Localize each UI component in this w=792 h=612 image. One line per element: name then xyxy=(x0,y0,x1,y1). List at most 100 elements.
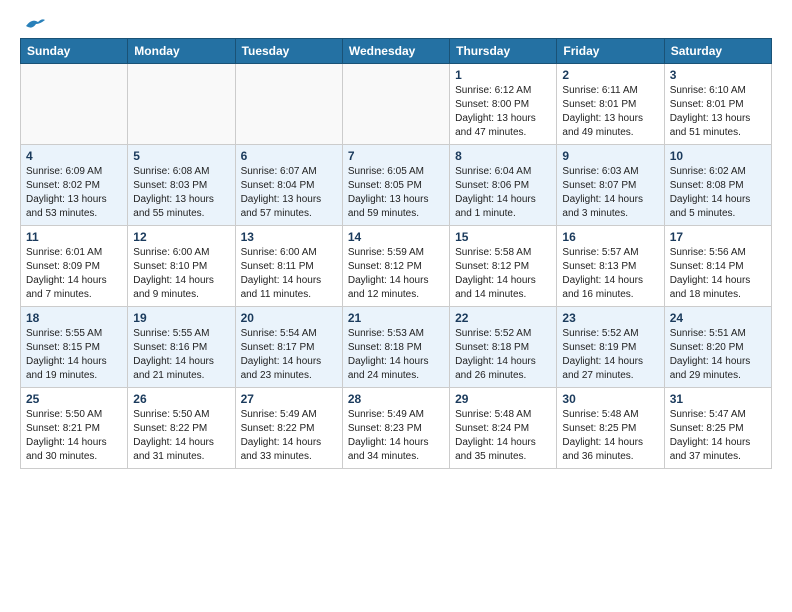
day-info: Sunrise: 6:00 AM Sunset: 8:11 PM Dayligh… xyxy=(241,246,337,302)
day-info: Sunrise: 5:57 AM Sunset: 8:13 PM Dayligh… xyxy=(562,246,658,302)
calendar-cell xyxy=(235,64,342,145)
calendar-cell: 31Sunrise: 5:47 AM Sunset: 8:25 PM Dayli… xyxy=(664,388,771,469)
day-number: 17 xyxy=(670,230,766,244)
day-info: Sunrise: 5:56 AM Sunset: 8:14 PM Dayligh… xyxy=(670,246,766,302)
page-header xyxy=(20,16,772,30)
day-number: 27 xyxy=(241,392,337,406)
calendar-cell: 8Sunrise: 6:04 AM Sunset: 8:06 PM Daylig… xyxy=(450,145,557,226)
day-info: Sunrise: 5:52 AM Sunset: 8:19 PM Dayligh… xyxy=(562,327,658,383)
day-info: Sunrise: 6:08 AM Sunset: 8:03 PM Dayligh… xyxy=(133,165,229,221)
calendar-cell xyxy=(128,64,235,145)
weekday-header-tuesday: Tuesday xyxy=(235,39,342,64)
calendar-cell: 3 Sunrise: 6:10 AM Sunset: 8:01 PM Daylig… xyxy=(664,64,771,145)
calendar-cell: 4 Sunrise: 6:09 AM Sunset: 8:02 PM Daylig… xyxy=(21,145,128,226)
day-info: Sunrise: 6:00 AM Sunset: 8:10 PM Dayligh… xyxy=(133,246,229,302)
day-number: 26 xyxy=(133,392,229,406)
day-number: 30 xyxy=(562,392,658,406)
calendar-header-row: SundayMondayTuesdayWednesdayThursdayFrid… xyxy=(21,39,772,64)
calendar-week-row: 25 Sunrise: 5:50 AM Sunset: 8:21 PM Dayli… xyxy=(21,388,772,469)
day-number: 14 xyxy=(348,230,444,244)
calendar-week-row: 1 Sunrise: 6:12 AM Sunset: 8:00 PM Daylig… xyxy=(21,64,772,145)
day-info: Sunrise: 5:52 AM Sunset: 8:18 PM Dayligh… xyxy=(455,327,551,383)
calendar-cell: 26 Sunrise: 5:50 AM Sunset: 8:22 PM Dayli… xyxy=(128,388,235,469)
day-number: 10 xyxy=(670,149,766,163)
calendar-cell: 29 Sunrise: 5:48 AM Sunset: 8:24 PM Dayli… xyxy=(450,388,557,469)
weekday-header-thursday: Thursday xyxy=(450,39,557,64)
day-info: Sunrise: 5:53 AM Sunset: 8:18 PM Dayligh… xyxy=(348,327,444,383)
day-number: 13 xyxy=(241,230,337,244)
calendar-cell: 12Sunrise: 6:00 AM Sunset: 8:10 PM Dayli… xyxy=(128,226,235,307)
day-number: 4 xyxy=(26,149,122,163)
calendar-cell: 10 Sunrise: 6:02 AM Sunset: 8:08 PM Dayli… xyxy=(664,145,771,226)
calendar-cell: 9Sunrise: 6:03 AM Sunset: 8:07 PM Daylig… xyxy=(557,145,664,226)
calendar-cell: 27Sunrise: 5:49 AM Sunset: 8:22 PM Dayli… xyxy=(235,388,342,469)
day-number: 1 xyxy=(455,68,551,82)
weekday-header-wednesday: Wednesday xyxy=(342,39,449,64)
day-info: Sunrise: 6:09 AM Sunset: 8:02 PM Dayligh… xyxy=(26,165,122,221)
day-number: 7 xyxy=(348,149,444,163)
day-number: 15 xyxy=(455,230,551,244)
calendar-cell: 28 Sunrise: 5:49 AM Sunset: 8:23 PM Dayli… xyxy=(342,388,449,469)
calendar-cell: 20Sunrise: 5:54 AM Sunset: 8:17 PM Dayli… xyxy=(235,307,342,388)
day-info: Sunrise: 5:55 AM Sunset: 8:16 PM Dayligh… xyxy=(133,327,229,383)
weekday-header-sunday: Sunday xyxy=(21,39,128,64)
day-number: 2 xyxy=(562,68,658,82)
day-info: Sunrise: 5:55 AM Sunset: 8:15 PM Dayligh… xyxy=(26,327,122,383)
logo-bird-icon xyxy=(24,16,46,34)
weekday-header-saturday: Saturday xyxy=(664,39,771,64)
calendar-week-row: 11 Sunrise: 6:01 AM Sunset: 8:09 PM Dayli… xyxy=(21,226,772,307)
day-info: Sunrise: 5:59 AM Sunset: 8:12 PM Dayligh… xyxy=(348,246,444,302)
calendar-cell: 21 Sunrise: 5:53 AM Sunset: 8:18 PM Dayli… xyxy=(342,307,449,388)
day-info: Sunrise: 6:11 AM Sunset: 8:01 PM Dayligh… xyxy=(562,84,658,140)
day-number: 29 xyxy=(455,392,551,406)
day-info: Sunrise: 5:58 AM Sunset: 8:12 PM Dayligh… xyxy=(455,246,551,302)
day-number: 18 xyxy=(26,311,122,325)
day-info: Sunrise: 5:48 AM Sunset: 8:24 PM Dayligh… xyxy=(455,408,551,464)
day-info: Sunrise: 5:49 AM Sunset: 8:23 PM Dayligh… xyxy=(348,408,444,464)
day-number: 3 xyxy=(670,68,766,82)
calendar-cell: 18 Sunrise: 5:55 AM Sunset: 8:15 PM Dayli… xyxy=(21,307,128,388)
day-info: Sunrise: 5:51 AM Sunset: 8:20 PM Dayligh… xyxy=(670,327,766,383)
day-number: 11 xyxy=(26,230,122,244)
calendar-cell: 6 Sunrise: 6:07 AM Sunset: 8:04 PM Daylig… xyxy=(235,145,342,226)
calendar-cell: 30 Sunrise: 5:48 AM Sunset: 8:25 PM Dayli… xyxy=(557,388,664,469)
day-info: Sunrise: 6:07 AM Sunset: 8:04 PM Dayligh… xyxy=(241,165,337,221)
calendar-cell xyxy=(342,64,449,145)
calendar-cell: 7Sunrise: 6:05 AM Sunset: 8:05 PM Daylig… xyxy=(342,145,449,226)
day-number: 8 xyxy=(455,149,551,163)
calendar-week-row: 4 Sunrise: 6:09 AM Sunset: 8:02 PM Daylig… xyxy=(21,145,772,226)
calendar-cell: 15 Sunrise: 5:58 AM Sunset: 8:12 PM Dayli… xyxy=(450,226,557,307)
day-number: 22 xyxy=(455,311,551,325)
day-number: 28 xyxy=(348,392,444,406)
calendar-cell: 23 Sunrise: 5:52 AM Sunset: 8:19 PM Dayli… xyxy=(557,307,664,388)
calendar-cell: 2 Sunrise: 6:11 AM Sunset: 8:01 PM Daylig… xyxy=(557,64,664,145)
day-info: Sunrise: 5:50 AM Sunset: 8:21 PM Dayligh… xyxy=(26,408,122,464)
weekday-header-friday: Friday xyxy=(557,39,664,64)
day-number: 9 xyxy=(562,149,658,163)
day-number: 25 xyxy=(26,392,122,406)
calendar-cell: 22 Sunrise: 5:52 AM Sunset: 8:18 PM Dayli… xyxy=(450,307,557,388)
day-info: Sunrise: 5:48 AM Sunset: 8:25 PM Dayligh… xyxy=(562,408,658,464)
day-number: 31 xyxy=(670,392,766,406)
calendar-week-row: 18 Sunrise: 5:55 AM Sunset: 8:15 PM Dayli… xyxy=(21,307,772,388)
calendar-cell: 13 Sunrise: 6:00 AM Sunset: 8:11 PM Dayli… xyxy=(235,226,342,307)
day-number: 21 xyxy=(348,311,444,325)
calendar-cell: 5 Sunrise: 6:08 AM Sunset: 8:03 PM Daylig… xyxy=(128,145,235,226)
day-number: 24 xyxy=(670,311,766,325)
calendar-cell xyxy=(21,64,128,145)
calendar-cell: 16Sunrise: 5:57 AM Sunset: 8:13 PM Dayli… xyxy=(557,226,664,307)
day-info: Sunrise: 6:10 AM Sunset: 8:01 PM Dayligh… xyxy=(670,84,766,140)
day-number: 6 xyxy=(241,149,337,163)
day-number: 23 xyxy=(562,311,658,325)
day-info: Sunrise: 6:12 AM Sunset: 8:00 PM Dayligh… xyxy=(455,84,551,140)
day-info: Sunrise: 6:02 AM Sunset: 8:08 PM Dayligh… xyxy=(670,165,766,221)
calendar-cell: 11 Sunrise: 6:01 AM Sunset: 8:09 PM Dayli… xyxy=(21,226,128,307)
day-info: Sunrise: 5:50 AM Sunset: 8:22 PM Dayligh… xyxy=(133,408,229,464)
day-number: 5 xyxy=(133,149,229,163)
day-number: 19 xyxy=(133,311,229,325)
calendar-cell: 14 Sunrise: 5:59 AM Sunset: 8:12 PM Dayli… xyxy=(342,226,449,307)
weekday-header-monday: Monday xyxy=(128,39,235,64)
logo xyxy=(20,16,46,30)
day-info: Sunrise: 6:01 AM Sunset: 8:09 PM Dayligh… xyxy=(26,246,122,302)
calendar-cell: 17 Sunrise: 5:56 AM Sunset: 8:14 PM Dayli… xyxy=(664,226,771,307)
